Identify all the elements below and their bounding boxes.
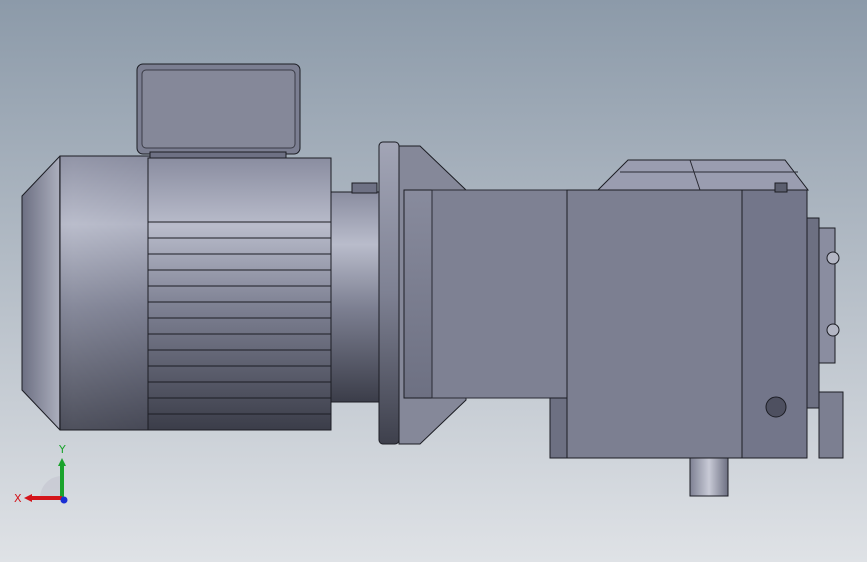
gear-motor-model[interactable] — [0, 0, 867, 562]
motor-neck[interactable] — [330, 182, 382, 403]
cad-viewport[interactable]: Y X — [0, 0, 867, 562]
motor-fan-cover[interactable] — [21, 155, 151, 431]
bolt-head — [826, 323, 840, 337]
triad-quarter-disc — [40, 476, 62, 498]
bolt-head — [826, 251, 840, 265]
motor-body[interactable] — [147, 157, 332, 431]
drain-plug[interactable] — [765, 396, 787, 418]
y-axis-label: Y — [58, 443, 66, 456]
x-axis-label: X — [14, 492, 22, 505]
x-axis-arrow — [24, 494, 32, 502]
y-axis-arrow — [58, 458, 66, 466]
output-flange-top[interactable] — [596, 159, 810, 193]
axis-triad: Y X — [14, 443, 68, 505]
z-axis-dot — [60, 496, 68, 504]
output-shaft[interactable] — [689, 457, 729, 497]
